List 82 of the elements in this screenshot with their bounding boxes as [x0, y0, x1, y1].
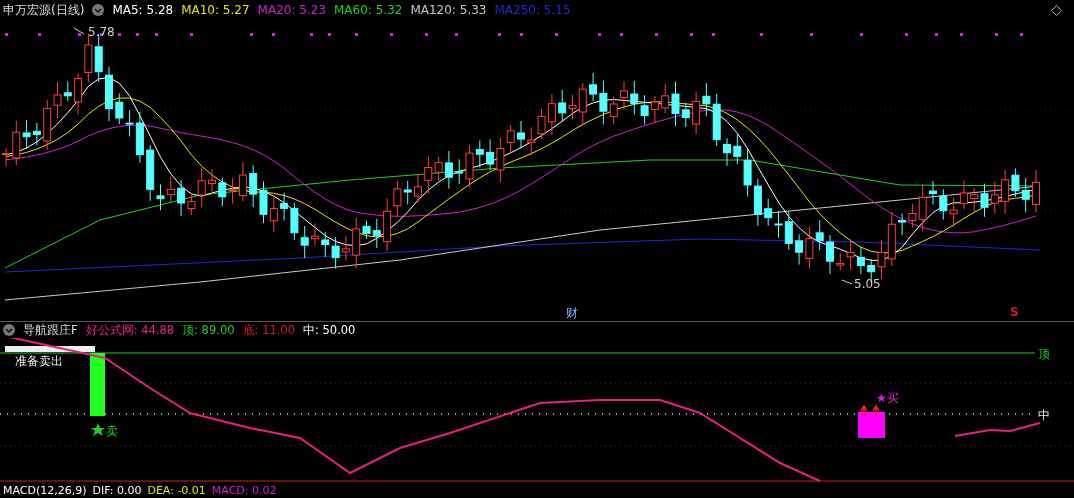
moving-average-value: MA250: 5.15 — [494, 3, 571, 17]
candlestick — [115, 93, 124, 125]
candlestick — [640, 94, 649, 125]
candlestick — [517, 120, 525, 150]
candlestick — [774, 210, 783, 239]
candlestick — [331, 236, 340, 270]
stock-title: 申万宏源(日线) — [3, 1, 85, 19]
candlestick — [753, 178, 762, 227]
middle-line-label: 中 — [1038, 408, 1050, 422]
high-price-label: 5.78 — [73, 25, 115, 39]
candlestick — [105, 66, 113, 122]
candlestick — [1021, 177, 1030, 213]
candlestick — [218, 176, 227, 207]
moving-average-value: MA20: 5.23 — [257, 3, 326, 17]
candlestick — [980, 183, 989, 218]
macd-value: MACD(12,26,9) — [3, 484, 87, 497]
candlestick — [990, 181, 999, 214]
candlestick — [414, 173, 422, 203]
candlestick — [784, 210, 793, 251]
signal-marker[interactable]: S — [1010, 305, 1019, 319]
diamond-icon[interactable] — [1051, 5, 1062, 16]
candlestick — [929, 180, 937, 205]
candlestick — [321, 231, 330, 258]
candlestick — [249, 165, 258, 208]
star-arrow-icon — [91, 423, 105, 436]
candlestick — [269, 195, 278, 233]
moving-average-value: MA60: 5.32 — [334, 3, 403, 17]
candlestick — [290, 202, 299, 241]
candlestick — [547, 93, 556, 136]
candlestick — [74, 72, 83, 116]
candlestick — [949, 197, 958, 228]
candlestick — [939, 188, 948, 221]
candlestick — [970, 187, 979, 212]
candlestick — [537, 108, 546, 140]
candlestick — [341, 235, 350, 262]
candlestick — [620, 80, 628, 111]
buy-signal-label: ★买 — [876, 391, 899, 405]
candlestick — [280, 192, 289, 221]
candlestick — [826, 234, 834, 275]
candlestick — [898, 213, 907, 236]
indicator-title: 导航跟庄F — [23, 322, 78, 338]
moving-average-value: MA10: 5.27 — [181, 3, 250, 17]
indicator-value: 顶: 89.00 — [182, 322, 235, 338]
candlestick — [630, 80, 639, 115]
indicator-value: 好公式网: 44.88 — [85, 322, 175, 338]
moving-average-value: MA5: 5.28 — [112, 3, 174, 17]
candlestick — [959, 180, 968, 210]
candlestick — [887, 211, 896, 267]
macd-value: DEA: -0.01 — [147, 484, 206, 497]
candlestick — [1032, 169, 1040, 213]
candlestick — [259, 180, 268, 224]
macd-value: MACD: 0.02 — [211, 484, 277, 497]
candlestick — [166, 176, 175, 204]
buy-signal-block — [858, 404, 885, 438]
candlestick — [43, 99, 52, 151]
candlestick — [32, 122, 41, 146]
candlestick — [527, 126, 536, 156]
finance-marker[interactable]: 财 — [566, 305, 578, 322]
candlestick — [300, 225, 309, 259]
candlestick — [486, 138, 495, 171]
chevron-down-icon[interactable] — [92, 4, 105, 16]
candlestick — [311, 222, 319, 247]
low-price-label: 5.05 — [841, 277, 881, 291]
candlestick — [650, 95, 659, 123]
candlestick — [764, 198, 773, 227]
candlestick — [805, 225, 814, 270]
candlestick — [795, 233, 804, 266]
sell-bar — [90, 353, 105, 416]
indicator-value: 中: 50.00 — [303, 322, 356, 338]
moving-average-value: MA120: 5.33 — [410, 3, 487, 17]
candlestick — [815, 219, 824, 251]
chevron-down-icon[interactable] — [3, 324, 15, 336]
candlestick — [723, 137, 731, 167]
sell-signal-label: 卖 — [106, 424, 118, 438]
candlestick — [856, 246, 865, 275]
macd-value: DIF: 0.00 — [92, 484, 142, 497]
candlestick — [692, 91, 701, 135]
indicator-value: 底: 11.00 — [242, 322, 295, 338]
sell-warning-label: 准备卖出 — [15, 354, 63, 368]
candlestick — [558, 89, 567, 123]
candlestick — [208, 168, 216, 195]
top-line-label: 顶 — [1038, 347, 1050, 361]
